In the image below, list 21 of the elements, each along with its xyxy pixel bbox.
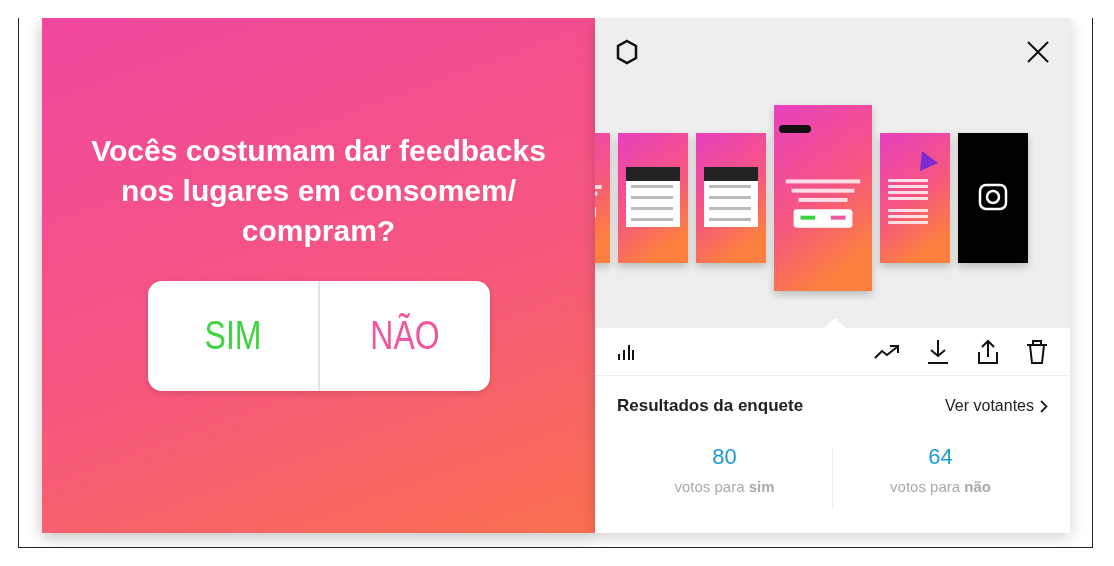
chevron-icon (1040, 399, 1048, 413)
poll-question: Vocês costumam dar feedbacks nos lugares em consomem/ compram? (90, 132, 547, 249)
vote-label: votos para sim (674, 478, 775, 495)
poll-option: NÃO (336, 313, 473, 358)
story-thumbnail[interactable] (958, 133, 1028, 263)
story-thumbnail[interactable] (880, 133, 950, 263)
view-voters-link[interactable]: Ver votantes (945, 397, 1048, 415)
settings-icon[interactable] (615, 39, 639, 65)
story-thumbnail[interactable] (618, 133, 688, 263)
story-thumbnail[interactable] (696, 133, 766, 263)
trash-icon[interactable] (1026, 338, 1048, 365)
poll-option: SIM (164, 313, 301, 358)
share-icon[interactable] (976, 338, 1000, 365)
close-icon[interactable] (1026, 40, 1050, 64)
results-title: Resultados da enquete (617, 396, 804, 416)
download-icon[interactable] (926, 338, 950, 365)
vote-count: 80 (712, 444, 737, 470)
story-thumbnail[interactable] (774, 105, 872, 291)
vote-label: votos para não (890, 478, 991, 495)
vote-count: 64 (928, 444, 953, 470)
trend-arrow-icon[interactable] (874, 343, 900, 360)
